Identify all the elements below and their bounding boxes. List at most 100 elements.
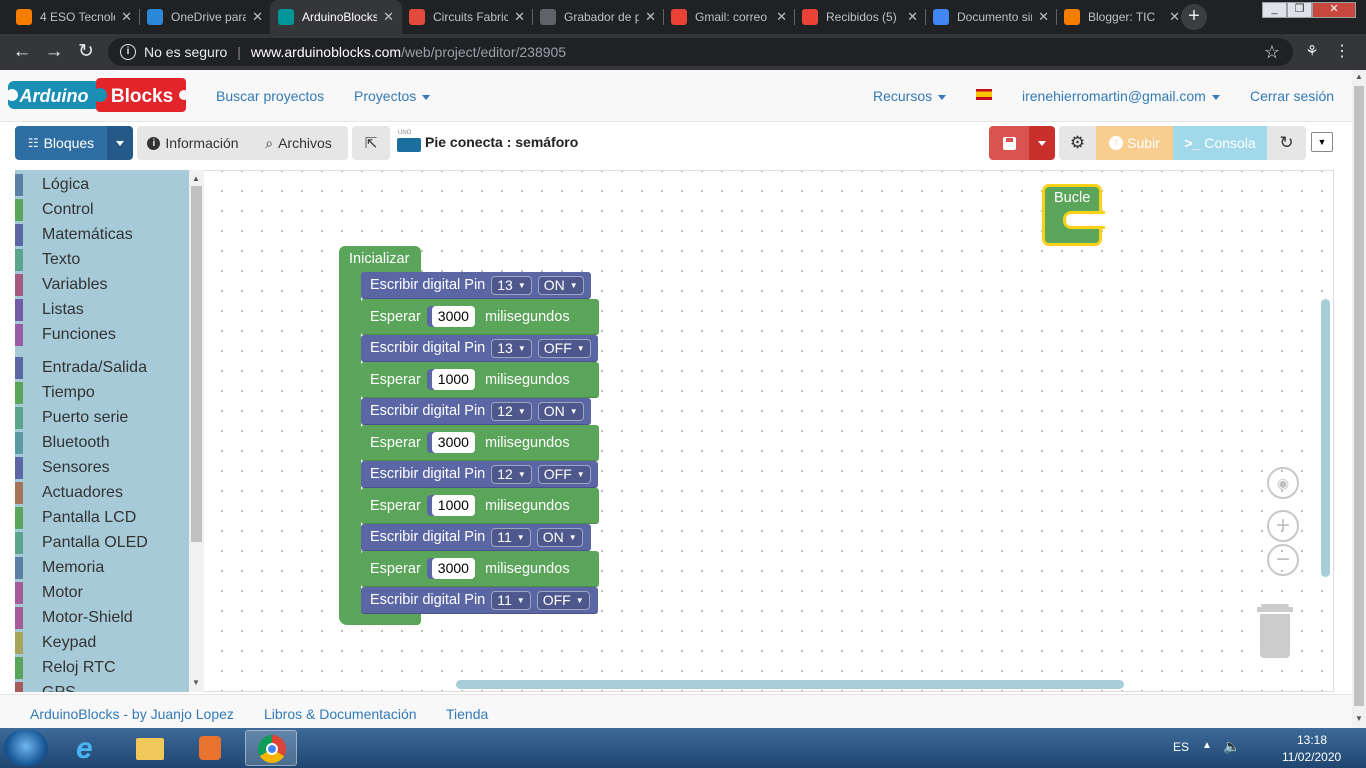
state-dropdown[interactable]: OFF ▼ (537, 464, 591, 484)
category-pantalla-oled[interactable]: Pantalla OLED (15, 532, 191, 554)
user-menu-dropdown[interactable]: irenehierromartin@gmail.com (1022, 88, 1220, 104)
category-pantalla-lcd[interactable]: Pantalla LCD (15, 507, 191, 529)
credit-link[interactable]: ArduinoBlocks - by Juanjo Lopez (30, 706, 234, 722)
category-memoria[interactable]: Memoria (15, 557, 191, 579)
page-scrollbar[interactable]: ▲ ▼ (1352, 70, 1366, 728)
logout-link[interactable]: Cerrar sesión (1250, 88, 1334, 104)
bookmark-star-icon[interactable]: ☆ (1260, 40, 1284, 64)
media-player-icon[interactable] (184, 730, 236, 766)
digital-write-block[interactable]: Escribir digital Pin 11 ▼ ON ▼ (361, 524, 591, 551)
browser-tab[interactable]: Blogger: TIC ✕ (1056, 0, 1188, 34)
close-tab-icon[interactable]: ✕ (907, 9, 918, 25)
zoom-in-icon[interactable]: + (1267, 510, 1299, 542)
save-button[interactable] (989, 126, 1029, 160)
minimize-button[interactable]: _ (1262, 2, 1287, 18)
close-tab-icon[interactable]: ✕ (645, 9, 656, 25)
spain-flag-icon[interactable] (976, 89, 992, 100)
state-dropdown[interactable]: OFF ▼ (536, 590, 590, 610)
category-variables[interactable]: Variables (15, 274, 191, 296)
search-projects-link[interactable]: Buscar proyectos (216, 88, 324, 104)
shop-link[interactable]: Tienda (446, 706, 488, 722)
browser-tab[interactable]: Gmail: correo ✕ (663, 0, 795, 34)
category-lógica[interactable]: Lógica (15, 174, 191, 196)
close-tab-icon[interactable]: ✕ (776, 9, 787, 25)
file-explorer-icon[interactable] (124, 730, 176, 766)
milliseconds-input[interactable]: 3000 (431, 306, 475, 327)
browser-menu-icon[interactable]: ⋮ (1330, 40, 1354, 64)
share-button[interactable]: ⇱ (352, 126, 390, 160)
close-tab-icon[interactable]: ✕ (252, 9, 263, 25)
new-tab-button[interactable]: + (1181, 4, 1207, 30)
wait-block[interactable]: Esperar 3000 milisegundos (361, 425, 599, 461)
category-funciones[interactable]: Funciones (15, 324, 191, 346)
milliseconds-input[interactable]: 3000 (431, 558, 475, 579)
books-docs-link[interactable]: Libros & Documentación (264, 706, 417, 722)
scroll-up-icon[interactable]: ▲ (192, 174, 200, 183)
wait-block[interactable]: Esperar 1000 milisegundos (361, 488, 599, 524)
browser-tab[interactable]: Circuits Fabrication ✕ (401, 0, 533, 34)
show-hidden-icons[interactable]: ▲ (1202, 740, 1212, 751)
volume-icon[interactable]: 🔈 (1223, 738, 1240, 755)
palette-scrollbar[interactable]: ▲ ▼ (189, 170, 204, 692)
clock-date[interactable]: 11/02/2020 (1282, 750, 1341, 764)
maximize-button[interactable]: ❐ (1287, 2, 1312, 18)
close-tab-icon[interactable]: ✕ (1038, 9, 1049, 25)
refresh-button[interactable]: ↻ (1267, 126, 1306, 160)
address-bar[interactable]: i No es seguro | www.arduinoblocks.com /… (108, 38, 1293, 66)
category-bluetooth[interactable]: Bluetooth (15, 432, 191, 454)
wait-block[interactable]: Esperar 3000 milisegundos (361, 551, 599, 587)
category-sensores[interactable]: Sensores (15, 457, 191, 479)
digital-write-block[interactable]: Escribir digital Pin 13 ▼ OFF ▼ (361, 335, 598, 362)
pin-dropdown[interactable]: 12 ▼ (491, 401, 532, 421)
workspace-vertical-scrollbar[interactable] (1321, 299, 1330, 577)
resources-dropdown[interactable]: Recursos (873, 88, 947, 104)
blocks-button[interactable]: ☷ Bloques (15, 126, 107, 160)
category-reloj-rtc[interactable]: Reloj RTC (15, 657, 191, 679)
projects-dropdown[interactable]: Proyectos (354, 88, 431, 104)
forward-icon[interactable]: → (42, 40, 66, 64)
state-dropdown[interactable]: ON ▼ (537, 401, 584, 421)
digital-write-block[interactable]: Escribir digital Pin 12 ▼ OFF ▼ (361, 461, 598, 488)
internet-explorer-icon[interactable]: e (64, 730, 116, 766)
chrome-taskbar-icon[interactable] (245, 730, 297, 766)
category-keypad[interactable]: Keypad (15, 632, 191, 654)
close-tab-icon[interactable]: ✕ (514, 9, 525, 25)
pin-dropdown[interactable]: 11 ▼ (491, 527, 531, 547)
milliseconds-input[interactable]: 3000 (431, 432, 475, 453)
category-listas[interactable]: Listas (15, 299, 191, 321)
clock-time[interactable]: 13:18 (1297, 733, 1327, 747)
browser-tab[interactable]: OneDrive para la Empresa ✕ (139, 0, 271, 34)
state-dropdown[interactable]: ON ▼ (536, 527, 583, 547)
scroll-down-icon[interactable]: ▼ (192, 678, 200, 687)
browser-tab[interactable]: ArduinoBlocks ✕ (270, 0, 402, 34)
recenter-icon[interactable]: ◉ (1267, 467, 1299, 499)
palette-scroll-thumb[interactable] (191, 186, 202, 542)
pin-dropdown[interactable]: 13 ▼ (491, 275, 532, 295)
milliseconds-input[interactable]: 1000 (431, 369, 475, 390)
state-dropdown[interactable]: ON ▼ (537, 275, 584, 295)
browser-tab[interactable]: 4 ESO Tecnología ✕ (8, 0, 140, 34)
info-button[interactable]: i Información (137, 126, 249, 160)
back-icon[interactable]: ← (10, 40, 34, 64)
save-dropdown-toggle[interactable] (1029, 126, 1055, 160)
category-texto[interactable]: Texto (15, 249, 191, 271)
category-gps[interactable]: GPS (15, 682, 191, 692)
close-tab-icon[interactable]: ✕ (1169, 9, 1180, 25)
page-scroll-thumb[interactable] (1354, 86, 1364, 706)
category-motor-shield[interactable]: Motor-Shield (15, 607, 191, 629)
files-button[interactable]: ⌕ Archivos (249, 126, 348, 160)
category-motor[interactable]: Motor (15, 582, 191, 604)
pin-dropdown[interactable]: 11 ▼ (491, 590, 531, 610)
close-tab-icon[interactable]: ✕ (121, 9, 132, 25)
window-close-button[interactable]: ✕ (1312, 2, 1356, 18)
pin-dropdown[interactable]: 13 ▼ (491, 338, 532, 358)
language-indicator[interactable]: ES (1173, 740, 1189, 754)
browser-tab[interactable]: Grabador de pantalla ✕ (532, 0, 664, 34)
digital-write-block[interactable]: Escribir digital Pin 13 ▼ ON ▼ (361, 272, 591, 299)
port-select[interactable]: ▼ (1311, 132, 1333, 152)
wait-block[interactable]: Esperar 1000 milisegundos (361, 362, 599, 398)
close-tab-icon[interactable]: ✕ (383, 9, 394, 25)
upload-button[interactable]: ↑ Subir (1096, 126, 1173, 160)
arduinoblocks-logo[interactable]: Arduino Blocks (8, 78, 186, 112)
blockly-workspace[interactable]: Inicializar Escribir digital Pin 13 ▼ ON ▼ Es… (204, 170, 1334, 692)
